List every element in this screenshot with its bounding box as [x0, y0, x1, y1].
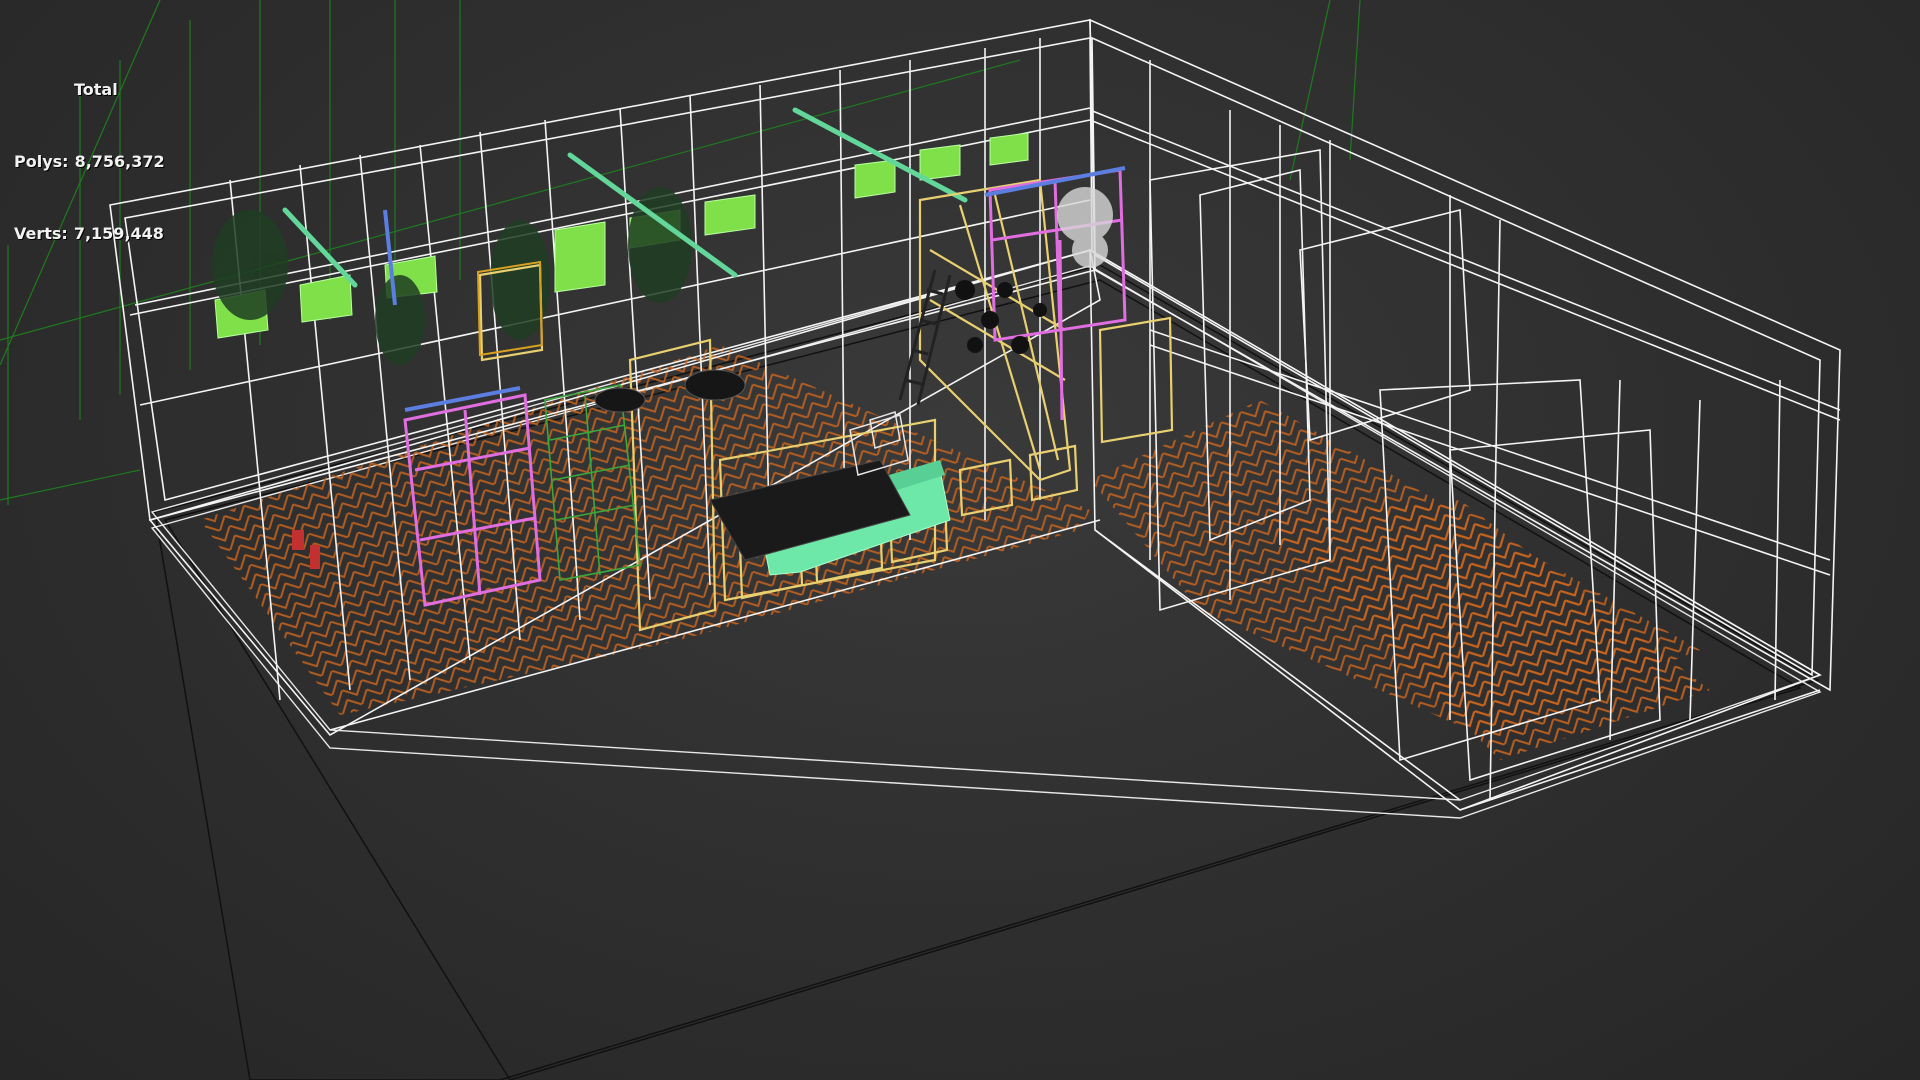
verts-value: 7,159,448	[73, 224, 164, 243]
verts-label: Verts:	[14, 224, 68, 243]
scene-statistics: Total Polys: 8,756,372 Verts: 7,159,448	[14, 30, 165, 294]
ceiling-rails	[282, 107, 968, 288]
wireframe-scene[interactable]	[0, 0, 1920, 1080]
polys-row: Polys: 8,756,372	[14, 150, 165, 174]
verts-row: Verts: 7,159,448	[14, 222, 165, 246]
polys-value: 8,756,372	[74, 152, 165, 171]
windows	[214, 132, 1029, 339]
white-plant	[1057, 187, 1113, 268]
3d-viewport[interactable]: Total Polys: 8,756,372 Verts: 7,159,448	[0, 0, 1920, 1080]
polys-label: Polys:	[14, 152, 69, 171]
stats-title: Total	[74, 80, 118, 99]
